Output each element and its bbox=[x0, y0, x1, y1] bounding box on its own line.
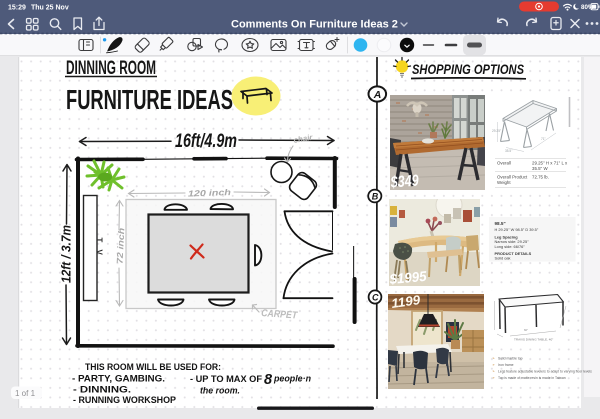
svg-text:71": 71" bbox=[541, 137, 546, 141]
svg-text:29.25'' H x 71'' L x: 29.25'' H x 71'' L x bbox=[532, 161, 568, 166]
svg-text:THIS ROOM WILL BE USED FOR:: THIS ROOM WILL BE USED FOR: bbox=[85, 362, 221, 373]
svg-text:72.75 lb.: 72.75 lb. bbox=[532, 175, 549, 180]
svg-text:15:29: 15:29 bbox=[8, 5, 26, 12]
svg-text:8: 8 bbox=[264, 372, 273, 388]
svg-text:Weight: Weight bbox=[497, 180, 511, 185]
svg-text:Thu 25 Nov: Thu 25 Nov bbox=[31, 5, 69, 12]
svg-text:people·n: people·n bbox=[273, 374, 311, 384]
svg-text:»: » bbox=[493, 370, 495, 374]
svg-text:Solid marble top: Solid marble top bbox=[498, 357, 523, 361]
svg-text:- PARTY, GAMBING.: - PARTY, GAMBING. bbox=[72, 374, 165, 384]
svg-text:Top is made of matte resin is: Top is made of matte resin is made in Ta… bbox=[498, 376, 566, 380]
svg-text:Iron frame: Iron frame bbox=[498, 363, 514, 367]
svg-text:H 29.25" W 98.5" D 39.5": H 29.25" W 98.5" D 39.5" bbox=[495, 227, 539, 232]
svg-text:35.5'' W: 35.5'' W bbox=[532, 166, 548, 171]
svg-text:TRAVIS DINING TABLE, 40": TRAVIS DINING TABLE, 40" bbox=[514, 338, 553, 342]
svg-text:»: » bbox=[493, 357, 495, 361]
svg-text:16ft/4.9m: 16ft/4.9m bbox=[175, 131, 237, 152]
svg-text:Overall Product: Overall Product bbox=[497, 175, 528, 180]
svg-text:- RUNNING WORKSHOP: - RUNNING WORKSHOP bbox=[73, 395, 176, 405]
svg-text:V: V bbox=[95, 250, 104, 256]
svg-text:the room.: the room. bbox=[200, 386, 240, 397]
svg-text:C: C bbox=[372, 293, 379, 303]
svg-text:B: B bbox=[372, 192, 379, 202]
svg-text:FURNITURE IDEAS: FURNITURE IDEAS bbox=[66, 84, 233, 115]
svg-text:29.25": 29.25" bbox=[492, 129, 501, 133]
svg-text:- DINNING.: - DINNING. bbox=[73, 385, 131, 395]
svg-text:Overall: Overall bbox=[497, 161, 511, 166]
svg-text:35.5": 35.5" bbox=[505, 149, 512, 153]
svg-text:12ft / 3.7m: 12ft / 3.7m bbox=[59, 225, 74, 283]
svg-text:60": 60" bbox=[524, 328, 528, 332]
svg-text:Legs feature adjustable levele: Legs feature adjustable levelers to adap… bbox=[498, 370, 592, 374]
svg-text:»: » bbox=[493, 363, 495, 367]
svg-text:72 inch: 72 inch bbox=[115, 228, 127, 264]
svg-text:1 of 1: 1 of 1 bbox=[15, 389, 36, 398]
svg-text:- UP TO MAX OF: - UP TO MAX OF bbox=[190, 374, 263, 384]
svg-text:T: T bbox=[95, 238, 104, 243]
svg-text:120 inch: 120 inch bbox=[188, 187, 231, 198]
svg-text:Solid oak: Solid oak bbox=[495, 256, 511, 261]
svg-text:SHOPPING OPTIONS: SHOPPING OPTIONS bbox=[412, 62, 524, 77]
svg-text:A: A bbox=[373, 89, 382, 101]
svg-text:$1995: $1995 bbox=[388, 268, 427, 287]
svg-text:$349: $349 bbox=[389, 173, 419, 192]
svg-text:Long side: 66/76": Long side: 66/76" bbox=[495, 244, 526, 249]
svg-text:Comments On Furniture Ideas 2: Comments On Furniture Ideas 2 bbox=[231, 19, 398, 31]
svg-text:98.5": 98.5" bbox=[495, 221, 506, 226]
svg-text:»: » bbox=[493, 376, 495, 380]
